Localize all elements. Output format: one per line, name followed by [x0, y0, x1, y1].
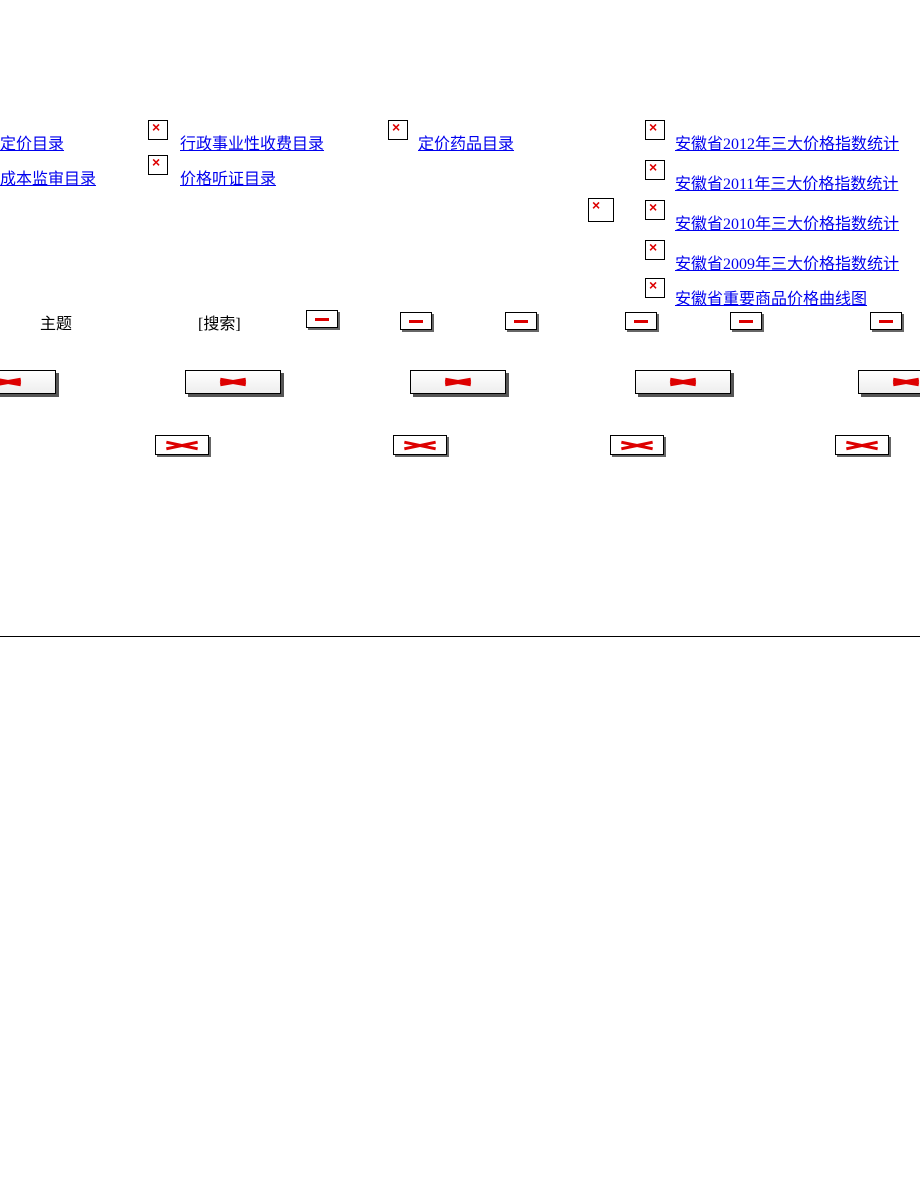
link-price-hearing-cell: 价格听证目录: [180, 165, 276, 189]
broken-image-icon: [645, 160, 665, 180]
broken-image-icon: [610, 435, 664, 455]
broken-image-icon: [155, 435, 209, 455]
broken-image-icon: [870, 312, 902, 330]
link-anhui-commodity-chart-cell: 安徽省重要商品价格曲线图: [675, 285, 867, 309]
link-anhui-2011-index[interactable]: 安徽省2011年三大价格指数统计: [675, 176, 898, 193]
link-admin-fee-catalog[interactable]: 行政事业性收费目录: [180, 136, 324, 153]
link-cost-audit-cell: 成本监审目录: [0, 165, 96, 189]
search-label: 主题: [40, 310, 72, 334]
banner-row: [0, 370, 920, 410]
broken-image-icon: [635, 370, 731, 394]
broken-image-icon: [858, 370, 920, 394]
link-drug-pricing-catalog[interactable]: 定价药品目录: [418, 136, 514, 153]
broken-image-icon: [625, 312, 657, 330]
broken-image-icon: [505, 312, 537, 330]
broken-image-icon: [645, 200, 665, 220]
link-anhui-2009-cell: 安徽省2009年三大价格指数统计: [675, 250, 899, 274]
link-anhui-commodity-chart[interactable]: 安徽省重要商品价格曲线图: [675, 291, 867, 308]
link-pricing-catalog-cell: 定价目录: [0, 130, 64, 154]
link-anhui-2009-index[interactable]: 安徽省2009年三大价格指数统计: [675, 256, 899, 273]
broken-image-icon: [645, 278, 665, 298]
link-anhui-2012-index[interactable]: 安徽省2012年三大价格指数统计: [675, 136, 899, 153]
broken-image-icon: [645, 120, 665, 140]
link-admin-fee-cell: 行政事业性收费目录: [180, 130, 324, 154]
footer-icon-row: [0, 435, 920, 465]
broken-image-icon: [400, 312, 432, 330]
link-anhui-2010-index[interactable]: 安徽省2010年三大价格指数统计: [675, 216, 899, 233]
link-anhui-2010-cell: 安徽省2010年三大价格指数统计: [675, 210, 899, 234]
broken-image-icon: [393, 435, 447, 455]
link-price-hearing-catalog[interactable]: 价格听证目录: [180, 171, 276, 188]
horizontal-divider: [0, 636, 920, 637]
search-row: 主题 [搜索]: [0, 310, 920, 340]
link-anhui-2012-cell: 安徽省2012年三大价格指数统计: [675, 130, 899, 154]
broken-image-icon: [148, 155, 168, 175]
link-cost-audit-catalog[interactable]: 成本监审目录: [0, 171, 96, 188]
broken-image-icon: [588, 198, 614, 222]
broken-image-icon: [388, 120, 408, 140]
broken-image-icon: [730, 312, 762, 330]
link-pricing-catalog[interactable]: 定价目录: [0, 136, 64, 153]
broken-image-icon: [185, 370, 281, 394]
broken-image-icon: [148, 120, 168, 140]
broken-image-icon: [306, 310, 338, 328]
broken-image-icon: [410, 370, 506, 394]
broken-image-icon: [0, 370, 56, 394]
link-anhui-2011-cell: 安徽省2011年三大价格指数统计: [675, 170, 898, 194]
broken-image-icon: [645, 240, 665, 260]
broken-image-icon: [835, 435, 889, 455]
search-button[interactable]: [搜索]: [198, 310, 241, 334]
link-drug-pricing-cell: 定价药品目录: [418, 130, 514, 154]
